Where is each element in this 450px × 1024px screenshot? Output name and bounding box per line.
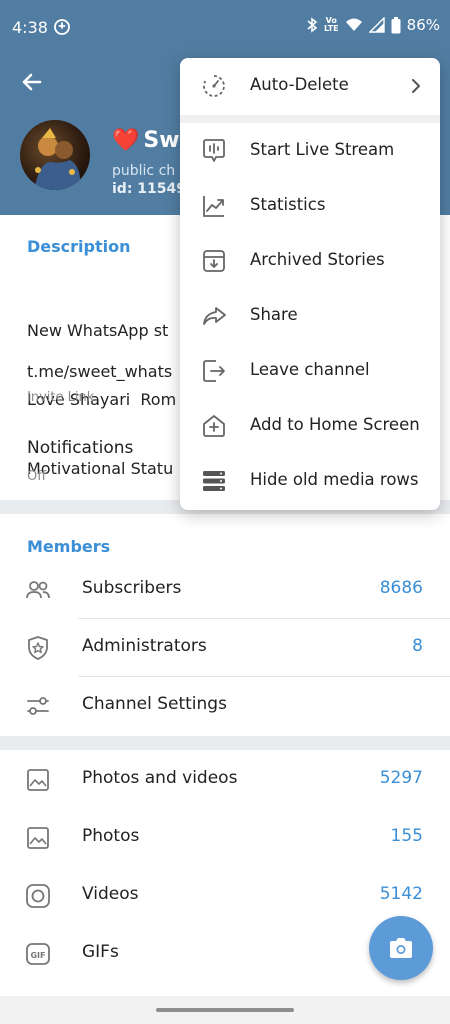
heart-emoji: ❤️ [112, 128, 140, 153]
videos-count: 5142 [379, 884, 423, 904]
status-bar: 4:38 Vo LTE 86% [0, 0, 450, 56]
photos-and-videos-label: Photos and videos [82, 768, 238, 788]
photos-and-videos-count: 5297 [379, 768, 423, 788]
photos-count: 155 [390, 826, 423, 846]
photos-and-videos-row[interactable]: Photos and videos 5297 [0, 750, 450, 808]
menu-item-label: Start Live Stream [250, 140, 395, 159]
channel-avatar[interactable] [20, 120, 90, 190]
subscribers-count: 8686 [379, 578, 423, 598]
menu-item-label: Auto-Delete [250, 75, 349, 94]
status-time: 4:38 [12, 18, 48, 37]
share-icon [201, 303, 227, 329]
menu-item-label: Add to Home Screen [250, 415, 420, 434]
notifications-label[interactable]: Notifications [27, 438, 133, 458]
subscribers-icon [25, 577, 51, 603]
camera-icon [390, 938, 412, 958]
avatar-image [34, 128, 81, 190]
volte-lte-label: LTE [323, 24, 339, 33]
chevron-right-icon [410, 76, 422, 96]
administrators-label: Administrators [82, 636, 207, 656]
overflow-menu: Auto-Delete Start Live Stream Statistics… [180, 58, 440, 510]
menu-item-label: Share [250, 305, 298, 324]
shield-star-icon [25, 635, 51, 661]
add-home-icon [201, 413, 227, 439]
menu-item-label: Statistics [250, 195, 326, 214]
menu-item-label: Hide old media rows [250, 470, 419, 489]
timer-icon [201, 73, 227, 99]
videos-row[interactable]: Videos 5142 [0, 866, 450, 924]
menu-item-statistics[interactable]: Statistics [180, 178, 440, 233]
channel-id: id: 11549 [112, 181, 186, 197]
members-title: Members [27, 537, 111, 556]
invite-link-caption: Invite Link [27, 390, 95, 405]
photos-row[interactable]: Photos 155 [0, 808, 450, 866]
menu-item-label: Leave channel [250, 360, 370, 379]
live-stream-icon [201, 138, 227, 164]
volte-icon: Vo LTE [323, 16, 339, 33]
gifs-label: GIFs [82, 942, 119, 962]
menu-item-auto-delete[interactable]: Auto-Delete [180, 58, 440, 113]
svg-text:GIF: GIF [30, 951, 45, 960]
video-icon [25, 883, 51, 909]
wifi-icon [345, 18, 363, 32]
description-line: Motivational Statu [27, 459, 174, 478]
status-right-group: Vo LTE 86% [306, 16, 440, 34]
image-icon [25, 825, 51, 851]
menu-item-share[interactable]: Share [180, 288, 440, 343]
menu-item-label: Archived Stories [250, 250, 385, 269]
back-arrow-icon [22, 73, 42, 91]
image-icon [25, 767, 51, 793]
signal-icon [368, 17, 385, 33]
description-line: New WhatsApp st [27, 321, 169, 340]
battery-icon [391, 16, 401, 34]
subscribers-row[interactable]: Subscribers 8686 [0, 560, 450, 618]
rows-icon [201, 468, 227, 494]
administrators-count: 8 [412, 636, 423, 656]
subscribers-label: Subscribers [82, 578, 182, 598]
channel-settings-row[interactable]: Channel Settings [0, 676, 450, 734]
menu-item-hide-old-media-rows[interactable]: Hide old media rows [180, 453, 440, 508]
camera-fab-button[interactable] [369, 916, 433, 980]
gif-icon: GIF [25, 941, 51, 967]
sliders-icon [25, 693, 51, 719]
menu-item-leave-channel[interactable]: Leave channel [180, 343, 440, 398]
battery-percent: 86% [406, 16, 440, 34]
menu-item-start-live-stream[interactable]: Start Live Stream [180, 123, 440, 178]
system-nav-bar [0, 996, 450, 1024]
members-card: Members Subscribers 8686 Administrators … [0, 514, 450, 736]
photos-label: Photos [82, 826, 140, 846]
menu-separator [180, 115, 440, 123]
invite-link[interactable]: t.me/sweet_whats [27, 362, 172, 381]
videos-label: Videos [82, 884, 139, 904]
statistics-icon [201, 193, 227, 219]
back-button[interactable] [16, 66, 48, 98]
bluetooth-icon [306, 17, 318, 33]
channel-subtitle: public ch [112, 163, 176, 179]
menu-item-archived-stories[interactable]: Archived Stories [180, 233, 440, 288]
channel-settings-label: Channel Settings [82, 694, 227, 714]
description-text[interactable]: New WhatsApp st Love Shayari Rom Motivat… [27, 273, 176, 503]
description-title: Description [27, 237, 131, 256]
whatsapp-status-icon [53, 18, 71, 36]
menu-item-add-to-home-screen[interactable]: Add to Home Screen [180, 398, 440, 453]
leave-icon [201, 358, 227, 384]
administrators-row[interactable]: Administrators 8 [0, 618, 450, 676]
home-gesture-handle[interactable] [156, 1008, 294, 1012]
archive-icon [201, 248, 227, 274]
notifications-value: Off [27, 469, 47, 484]
